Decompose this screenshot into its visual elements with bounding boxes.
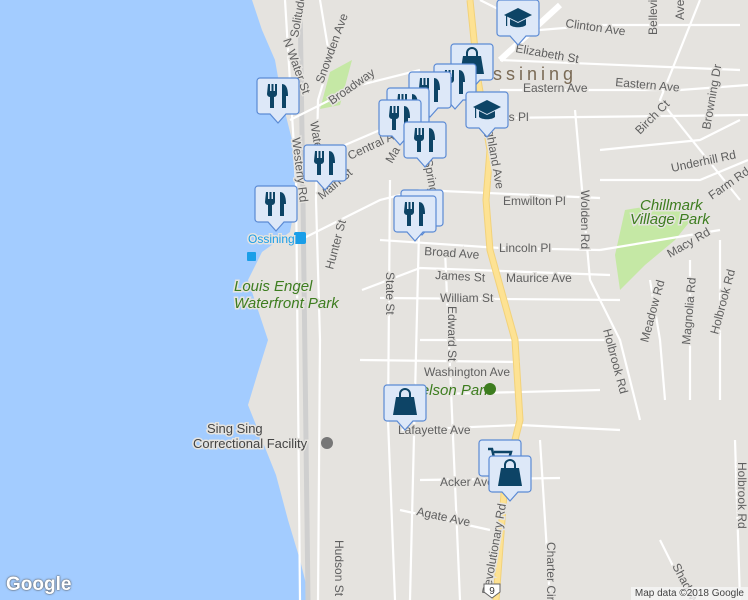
street-label: Emwilton Pl [503, 194, 566, 208]
map-canvas[interactable]: Clinton Ave Elizabeth St Eastern Ave Eas… [0, 0, 748, 600]
street-label: Holbrook Rd [707, 268, 738, 336]
street-label: Holbrook Rd [735, 462, 748, 529]
park-label[interactable]: Louis Engel Waterfront Park [233, 277, 342, 314]
street-label: Maurice Ave [506, 271, 572, 285]
landmark-icon [321, 437, 333, 449]
street-label: is Pl [506, 110, 529, 124]
street-label: Underhill Rd [670, 148, 737, 175]
street-label: Agate Ave [415, 504, 472, 529]
svg-text:9: 9 [489, 586, 495, 597]
street-label: Browning Dr [699, 63, 724, 130]
street-label: James St [435, 268, 486, 285]
street-label: Wolden Rd [578, 190, 592, 249]
street-label: Ave [673, 0, 687, 20]
street-label: Charter Cir [544, 542, 558, 600]
street-label: Eastern Ave [615, 75, 681, 95]
park-tree-icon [484, 383, 496, 395]
street-label: Broad Ave [424, 244, 480, 262]
street-label: Clinton Ave [565, 16, 627, 38]
google-logo[interactable]: Google [6, 574, 71, 596]
train-station-icon [294, 232, 306, 244]
restaurant-marker[interactable] [403, 121, 447, 168]
street-label: Bellevie [646, 0, 660, 35]
school-marker[interactable] [496, 0, 540, 46]
street-label: Meadow Rd [637, 278, 667, 343]
street-label: Revolutionary Rd [479, 502, 509, 595]
street-label: Solitude [287, 0, 308, 39]
street-label: Hunter St [322, 218, 349, 271]
street-label: Washington Ave [424, 365, 510, 379]
station-label[interactable]: Ossining [247, 231, 297, 248]
map-attribution: Map data ©2018 Google [630, 587, 748, 600]
street-label: Magnolia Rd [679, 277, 699, 345]
ferry-icon [247, 252, 256, 261]
street-label: Ma [382, 144, 403, 166]
street-label: Lincoln Pl [499, 241, 551, 255]
poi-label[interactable]: Sing Sing Correctional Facility [192, 420, 310, 453]
street-label: State St [383, 272, 397, 315]
restaurant-marker[interactable] [393, 195, 437, 242]
street-label: Acker Ave [440, 475, 494, 489]
school-marker[interactable] [465, 91, 509, 138]
street-label: William St [440, 291, 494, 305]
shopping-marker[interactable] [488, 455, 532, 502]
street-label: Hudson St [332, 540, 346, 597]
park-label[interactable]: Chillmark Village Park [629, 196, 713, 230]
street-label: Edward St [445, 306, 459, 362]
